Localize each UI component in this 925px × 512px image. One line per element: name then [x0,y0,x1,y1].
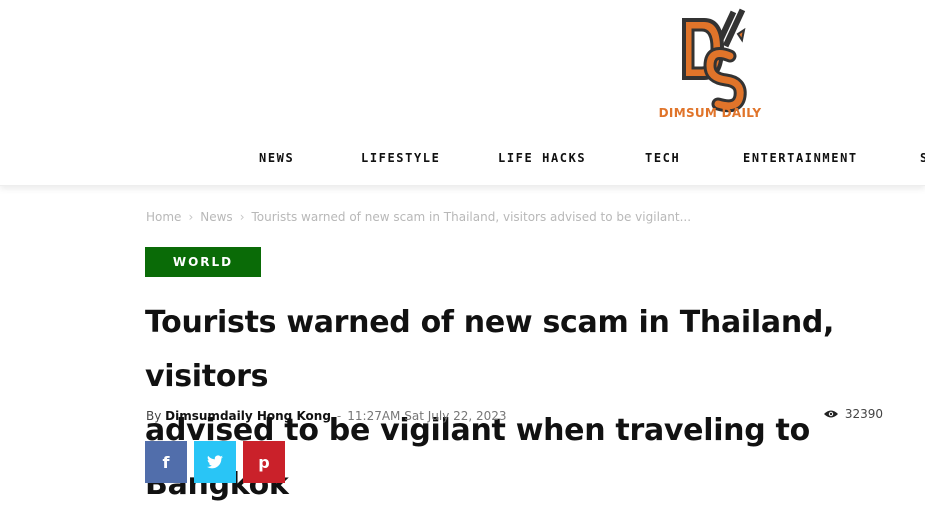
facebook-icon: f [162,452,170,472]
header-divider [0,185,925,186]
eye-icon [823,410,838,418]
breadcrumb-home[interactable]: Home [146,210,181,224]
chevron-right-icon: › [188,210,194,224]
breadcrumb-news[interactable]: News [200,210,232,224]
by-label: By [146,409,162,423]
twitter-icon [207,455,223,469]
brand-name: DIMSUM DAILY [658,106,762,120]
article-title-line-1: Tourists warned of new scam in Thailand,… [145,305,835,394]
chevron-right-icon: › [239,210,245,224]
meta-separator: - [336,409,342,423]
site-header: DIMSUM DAILY NEWS LIFESTYLE LIFE HACKS T… [0,0,925,185]
nav-item-truncated[interactable]: S [920,151,925,165]
twitter-share-button[interactable] [194,441,236,483]
nav-item-tech[interactable]: TECH [645,151,680,165]
publish-date: 11:27AM Sat July 22, 2023 [347,409,507,423]
nav-item-life-hacks[interactable]: LIFE HACKS [498,151,586,165]
nav-item-lifestyle[interactable]: LIFESTYLE [361,151,440,165]
author-link[interactable]: Dimsumdaily Hong Kong [165,409,331,423]
view-count-value: 32390 [844,407,883,421]
pinterest-icon: p [258,452,270,472]
breadcrumb-current: Tourists warned of new scam in Thailand,… [251,210,692,224]
pinterest-share-button[interactable]: p [243,441,285,483]
nav-item-entertainment[interactable]: ENTERTAINMENT [743,151,858,165]
breadcrumb: Home › News › Tourists warned of new scam in… [146,210,691,224]
main-nav: NEWS LIFESTYLE LIFE HACKS TECH ENTERTAIN… [0,151,925,169]
category-badge-world[interactable]: WORLD [145,247,261,277]
nav-item-news[interactable]: NEWS [259,151,294,165]
article-meta: By Dimsumdaily Hong Kong -11:27AM Sat Jul… [146,409,507,423]
facebook-share-button[interactable]: f [145,441,187,483]
view-count: 32390 [823,407,883,421]
